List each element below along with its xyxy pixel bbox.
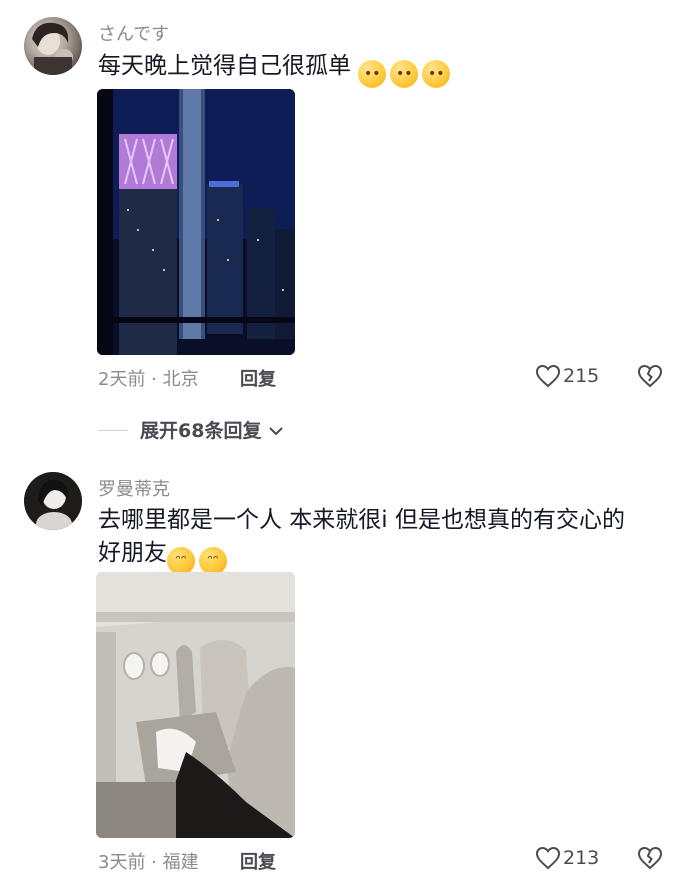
avatar[interactable] [24, 17, 82, 75]
pleading-face-icon: •• [422, 60, 451, 88]
like-button[interactable]: 215 [535, 364, 599, 393]
avatar[interactable] [24, 472, 82, 530]
loudly-crying-face-icon: ᵔᵔ [199, 547, 227, 575]
comment-text-line: 好朋友 ᵔᵔ ᵔᵔ [98, 537, 625, 575]
comment-meta: 2天前 · 北京 [98, 369, 199, 390]
dislike-button[interactable] [637, 846, 663, 874]
pleading-face-icon: •• [358, 60, 387, 88]
broken-heart-icon [637, 846, 663, 874]
loudly-crying-face-icon: ᵔᵔ [167, 547, 195, 575]
like-count: 213 [563, 847, 600, 869]
comment-text: 每天晚上觉得自己很孤单 •• •• •• [98, 50, 454, 88]
divider [98, 430, 128, 431]
username[interactable]: 罗曼蒂克 [98, 475, 170, 501]
pleading-face-icon: •• [390, 60, 419, 88]
heart-outline-icon [535, 846, 561, 875]
reply-button[interactable]: 回复 [240, 365, 276, 391]
comment-text-content: 每天晚上觉得自己很孤单 [98, 53, 351, 79]
dislike-button[interactable] [637, 364, 663, 392]
chevron-down-icon [268, 420, 284, 442]
comment-meta: 3天前 · 福建 [98, 852, 199, 873]
comment-text-line: 去哪里都是一个人 本来就很i 但是也想真的有交心的 [98, 507, 626, 533]
like-count: 215 [563, 365, 600, 387]
expand-replies-button[interactable]: 展开68条回复 [98, 416, 284, 443]
reply-button[interactable]: 回复 [240, 848, 276, 874]
broken-heart-icon [637, 364, 663, 392]
expand-replies-label: 展开68条回复 [140, 420, 262, 442]
comment-text-content: 好朋友 [98, 540, 167, 566]
username[interactable]: さんです [98, 20, 169, 46]
heart-outline-icon [535, 364, 561, 393]
like-button[interactable]: 213 [535, 846, 599, 875]
comment-photo[interactable] [96, 572, 295, 838]
comment-photo[interactable] [97, 89, 295, 355]
comment-text: 去哪里都是一个人 本来就很i 但是也想真的有交心的 好朋友 ᵔᵔ ᵔᵔ [98, 504, 625, 575]
